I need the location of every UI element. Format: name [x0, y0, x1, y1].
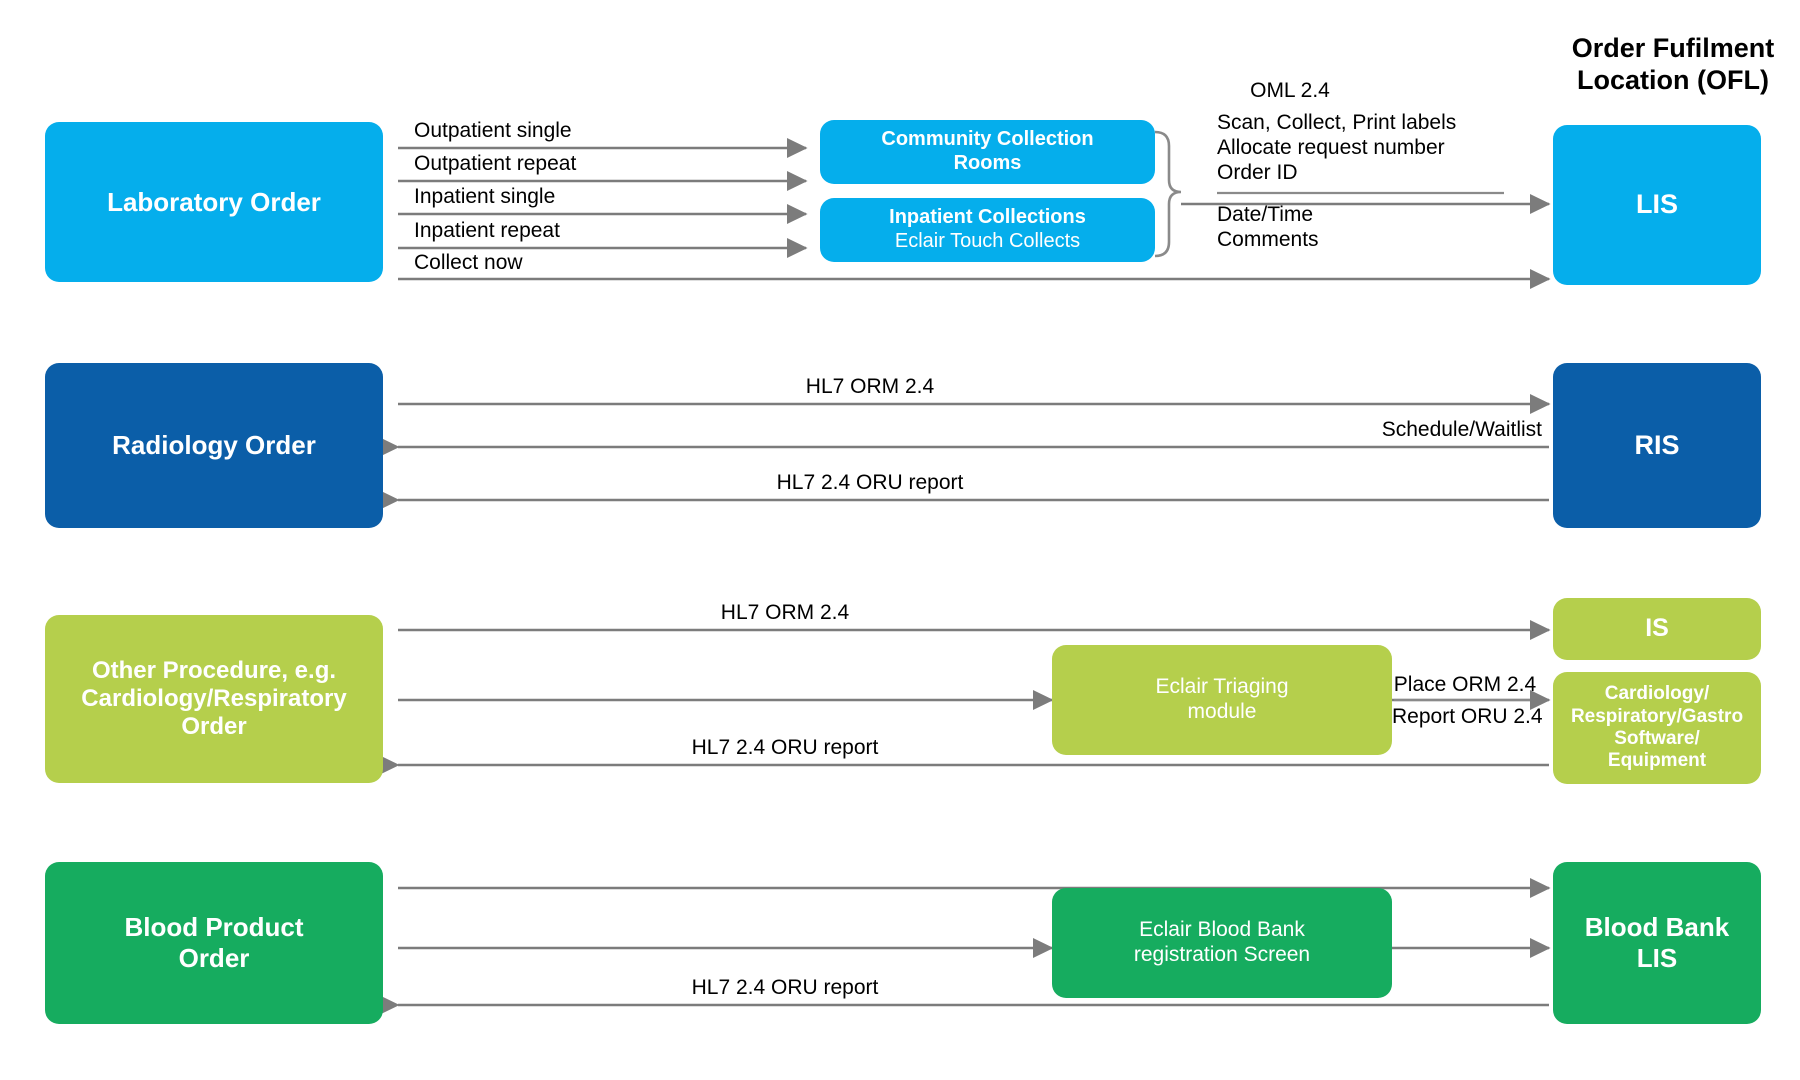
blood-product-line2: Order — [178, 943, 250, 973]
laboratory-order-label: Laboratory Order — [107, 186, 321, 217]
link-label-report-oru: Report ORU 2.4 — [1392, 705, 1543, 728]
blood-product-line1: Blood Product — [124, 912, 304, 943]
is-box[interactable]: IS — [1553, 598, 1761, 660]
inpatient-collections-line1: Inpatient Collections — [889, 206, 1086, 229]
cardiology-equipment-line2: Respiratory/Gastro — [1570, 705, 1744, 727]
cardiology-equipment-line1: Cardiology/ — [1604, 683, 1710, 705]
oml-detail-allocate-request-number: Allocate request number — [1217, 136, 1445, 159]
flow-label-outpatient-single: Outpatient single — [414, 119, 572, 142]
cardiology-equipment-box[interactable]: Cardiology/ Respiratory/Gastro Software/… — [1553, 672, 1761, 784]
blood-product-flow-label-oru: HL7 2.4 ORU report — [691, 976, 879, 999]
radiology-order-label: Radiology Order — [112, 430, 316, 461]
page-title-line2: Location (OFL) — [1577, 65, 1769, 96]
eclair-triaging-module-box[interactable]: Eclair Triaging module — [1052, 645, 1392, 755]
diagram-canvas: Order Fufilment Location (OFL) Laborator… — [0, 0, 1800, 1080]
other-procedure-line3: Order — [181, 713, 247, 741]
other-procedure-line2: Cardiology/Respiratory — [81, 684, 347, 712]
is-label: IS — [1645, 614, 1669, 643]
eclair-blood-bank-registration-box[interactable]: Eclair Blood Bank registration Screen — [1052, 888, 1392, 998]
blood-bank-lis-line2: LIS — [1636, 943, 1678, 973]
oml-detail-scan-collect-print: Scan, Collect, Print labels — [1217, 111, 1457, 134]
page-title-line1: Order Fufilment — [1571, 33, 1775, 63]
other-procedure-line1: Other Procedure, e.g. — [91, 656, 337, 684]
inpatient-collections-line2: Eclair Touch Collects — [894, 230, 1081, 252]
blood-bank-lis-box[interactable]: Blood Bank LIS — [1553, 862, 1761, 1024]
flow-label-inpatient-repeat: Inpatient repeat — [414, 219, 560, 242]
other-procedure-order-box[interactable]: Other Procedure, e.g. Cardiology/Respira… — [45, 615, 383, 783]
inpatient-collections-box[interactable]: Inpatient Collections Eclair Touch Colle… — [820, 198, 1155, 262]
eclair-blood-bank-line1: Eclair Blood Bank — [1139, 918, 1305, 942]
page-title: Order Fufilment Location (OFL) — [1548, 32, 1798, 97]
oml-detail-order-id: Order ID — [1217, 161, 1298, 184]
flow-label-collect-now: Collect now — [414, 251, 523, 274]
community-collection-rooms-box[interactable]: Community Collection Rooms — [820, 120, 1155, 184]
blood-bank-lis-line1: Blood Bank — [1584, 912, 1730, 943]
eclair-triaging-line2: module — [1187, 700, 1257, 723]
blood-product-order-box[interactable]: Blood Product Order — [45, 862, 383, 1024]
lis-label: LIS — [1635, 189, 1678, 220]
radiology-flow-label-oru: HL7 2.4 ORU report — [776, 471, 964, 494]
oml-heading: OML 2.4 — [1250, 79, 1330, 102]
flow-label-inpatient-single: Inpatient single — [414, 185, 556, 208]
eclair-triaging-line1: Eclair Triaging — [1155, 675, 1289, 699]
ris-box[interactable]: RIS — [1553, 363, 1761, 528]
cardiology-equipment-line3: Software/ Equipment — [1607, 728, 1707, 772]
ris-label: RIS — [1634, 429, 1680, 460]
oml-detail-comments: Comments — [1217, 228, 1319, 251]
link-label-place-orm: Place ORM 2.4 — [1393, 673, 1537, 696]
radiology-order-box[interactable]: Radiology Order — [45, 363, 383, 528]
other-procedure-flow-label-orm: HL7 ORM 2.4 — [720, 601, 850, 624]
eclair-blood-bank-line2: registration Screen — [1133, 943, 1311, 966]
lis-box[interactable]: LIS — [1553, 125, 1761, 285]
oml-detail-date-time: Date/Time — [1217, 203, 1314, 226]
other-procedure-flow-label-oru: HL7 2.4 ORU report — [691, 736, 879, 759]
community-collection-rooms-line1: Community Collection — [881, 128, 1094, 151]
radiology-flow-label-orm: HL7 ORM 2.4 — [805, 375, 935, 398]
flow-label-outpatient-repeat: Outpatient repeat — [414, 152, 577, 175]
laboratory-order-box[interactable]: Laboratory Order — [45, 122, 383, 282]
radiology-flow-label-schedule-waitlist: Schedule/Waitlist — [1381, 418, 1542, 441]
community-collection-rooms-line2: Rooms — [953, 152, 1022, 174]
